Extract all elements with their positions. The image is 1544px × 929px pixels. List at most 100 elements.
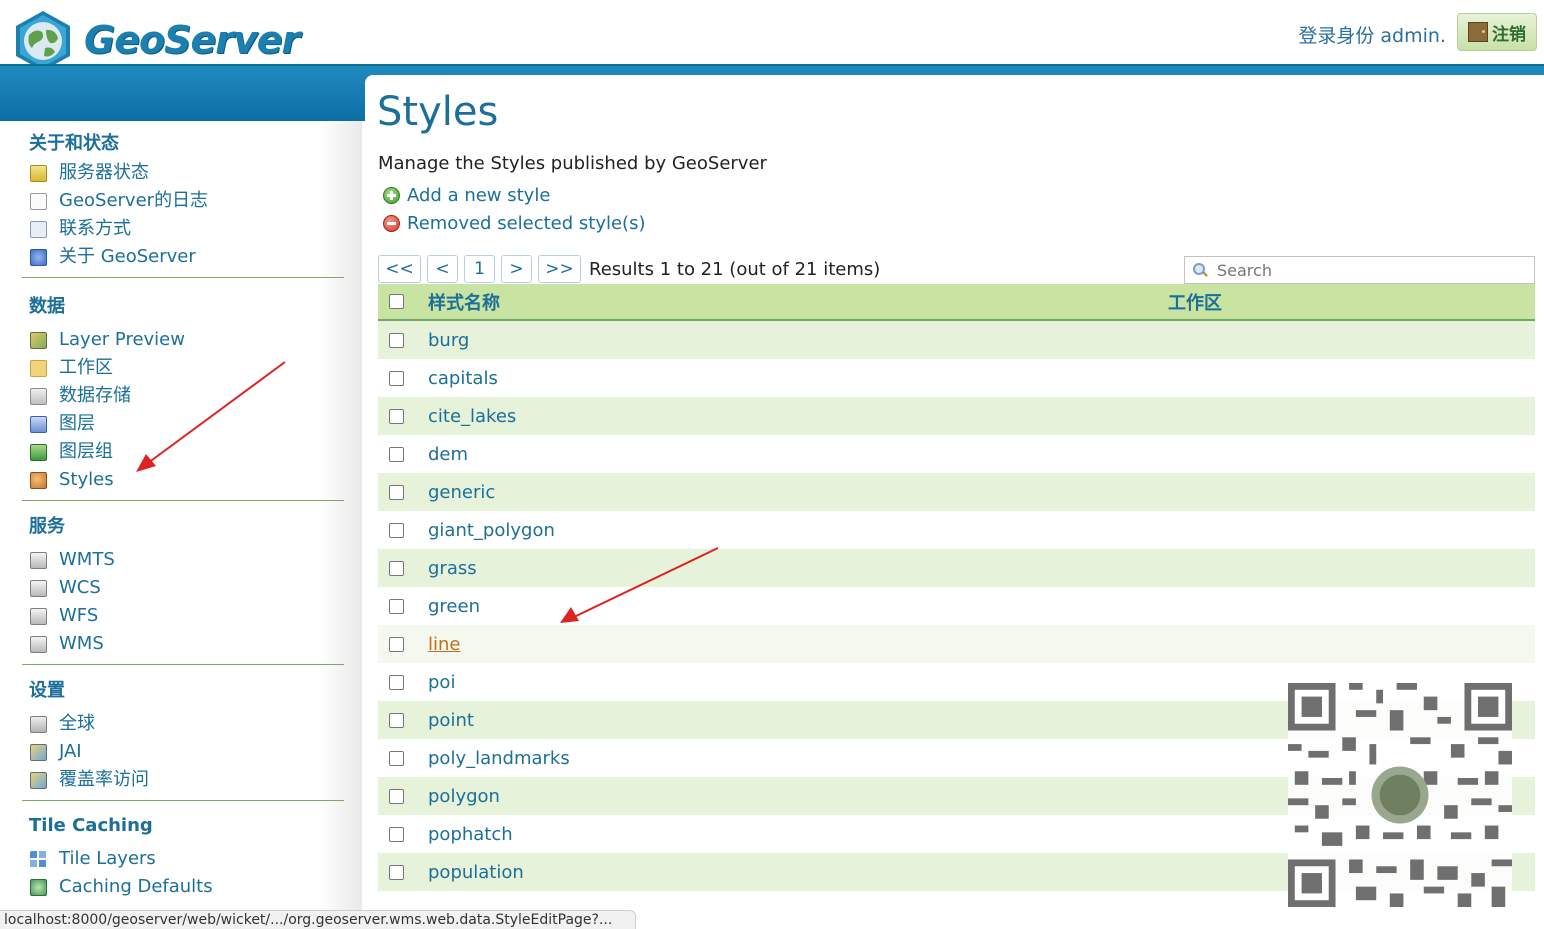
page-1-button[interactable]: 1 [464,255,495,283]
style-link[interactable]: cite_lakes [428,406,516,427]
tiles-icon [30,850,47,868]
row-checkbox[interactable] [389,864,404,880]
row-checkbox[interactable] [389,332,404,348]
style-link[interactable]: grass [428,558,477,579]
nav-label: 联系方式 [59,218,131,239]
row-checkbox[interactable] [389,750,404,766]
nav-item-coverage-access[interactable]: 覆盖率访问 [22,766,344,794]
nav-label: Layer Preview [59,329,185,350]
nav-label: 图层组 [59,441,113,462]
next-page-button[interactable]: > [501,255,532,283]
row-checkbox[interactable] [389,826,404,842]
row-checkbox[interactable] [389,522,404,538]
nav-label: 服务器状态 [59,162,149,183]
style-link[interactable]: giant_polygon [428,520,555,541]
style-link[interactable]: capitals [428,368,498,389]
add-style-link[interactable]: Add a new style [383,185,550,206]
nav-item-server-status[interactable]: 服务器状态 [22,159,344,187]
style-link[interactable]: population [428,862,524,883]
nav-item-stores[interactable]: 数据存储 [22,382,344,410]
pager: << < 1 > >> Results 1 to 21 (out of 21 i… [378,255,880,283]
login-status: 登录身份 admin. [1298,25,1446,47]
nav-section-about: 关于和状态 服务器状态 GeoServer的日志 联系方式 关于 GeoServ… [22,129,344,278]
image-icon [30,743,47,761]
nav-item-workspaces[interactable]: 工作区 [22,354,344,382]
nav-label: GeoServer的日志 [59,190,209,211]
column-header-workspace[interactable]: 工作区 [1168,289,1222,315]
nav-item-layer-preview[interactable]: Layer Preview [22,326,344,354]
table-header: 样式名称 工作区 [378,284,1535,321]
row-checkbox[interactable] [389,408,404,424]
nav-label: 覆盖率访问 [59,769,149,790]
style-link[interactable]: generic [428,482,495,503]
nav-label: 关于 GeoServer [59,246,196,267]
select-all-checkbox[interactable] [389,294,404,309]
contact-card-icon [30,220,47,238]
nav-item-global[interactable]: 全球 [22,710,344,738]
first-page-button[interactable]: << [378,255,421,283]
table-row: grass [378,549,1535,587]
nav-title-data: 数据 [29,296,65,317]
image-icon [30,771,47,789]
nav-item-wfs[interactable]: WFS [22,602,344,630]
row-checkbox[interactable] [389,712,404,728]
nav-item-layers[interactable]: 图层 [22,410,344,438]
browser-status-bar: localhost:8000/geoserver/web/wicket/.../… [0,910,636,929]
row-checkbox[interactable] [389,636,404,652]
nav-label: Caching Defaults [59,876,213,897]
remove-styles-link[interactable]: Removed selected style(s) [383,213,645,234]
nav-item-wmts[interactable]: WMTS [22,546,344,574]
nav-item-jai[interactable]: JAI [22,738,344,766]
divider [22,664,344,665]
nav-item-about[interactable]: 关于 GeoServer [22,243,344,271]
logout-button[interactable]: 注销 [1457,13,1537,51]
layer-icon [30,415,47,433]
geoserver-logo[interactable] [12,10,74,72]
nav-item-wcs[interactable]: WCS [22,574,344,602]
row-checkbox[interactable] [389,598,404,614]
row-checkbox[interactable] [389,560,404,576]
column-header-style-name[interactable]: 样式名称 [428,289,500,315]
nav-item-layer-groups[interactable]: 图层组 [22,438,344,466]
results-count: Results 1 to 21 (out of 21 items) [589,258,881,280]
style-link[interactable]: line [428,634,460,655]
server-icon [30,715,47,733]
nav-item-wms[interactable]: WMS [22,630,344,658]
service-icon [30,607,47,625]
logo-text: GeoServer [84,18,300,62]
row-checkbox[interactable] [389,484,404,500]
row-checkbox[interactable] [389,446,404,462]
door-icon [1468,22,1488,42]
nav-item-tile-layers[interactable]: Tile Layers [22,845,344,873]
table-row: green [378,587,1535,625]
nav-item-contact[interactable]: 联系方式 [22,215,344,243]
prev-page-button[interactable]: < [427,255,458,283]
database-icon [30,387,47,405]
style-link[interactable]: dem [428,444,468,465]
table-row: burg [378,321,1535,359]
style-link[interactable]: pophatch [428,824,513,845]
search-field[interactable] [1184,256,1535,284]
nav-item-styles[interactable]: Styles [22,466,344,494]
style-link[interactable]: point [428,710,474,731]
style-link[interactable]: green [428,596,480,617]
nav-label: JAI [59,741,82,762]
header: GeoServer 登录身份 admin. 注销 [0,0,1544,71]
add-style-label: Add a new style [407,185,551,206]
last-page-button[interactable]: >> [538,255,581,283]
search-input[interactable] [1215,259,1519,281]
info-globe-icon [30,248,47,266]
nav-item-caching-defaults[interactable]: Caching Defaults [22,873,344,901]
search-icon [1193,263,1207,277]
row-checkbox[interactable] [389,370,404,386]
style-link[interactable]: poly_landmarks [428,748,570,769]
nav-label: 图层 [59,413,95,434]
table-row: capitals [378,359,1535,397]
style-link[interactable]: poi [428,672,455,693]
row-checkbox[interactable] [389,674,404,690]
style-link[interactable]: burg [428,330,469,351]
nav-item-logs[interactable]: GeoServer的日志 [22,187,344,215]
style-link[interactable]: polygon [428,786,500,807]
row-checkbox[interactable] [389,788,404,804]
document-icon [30,192,47,210]
